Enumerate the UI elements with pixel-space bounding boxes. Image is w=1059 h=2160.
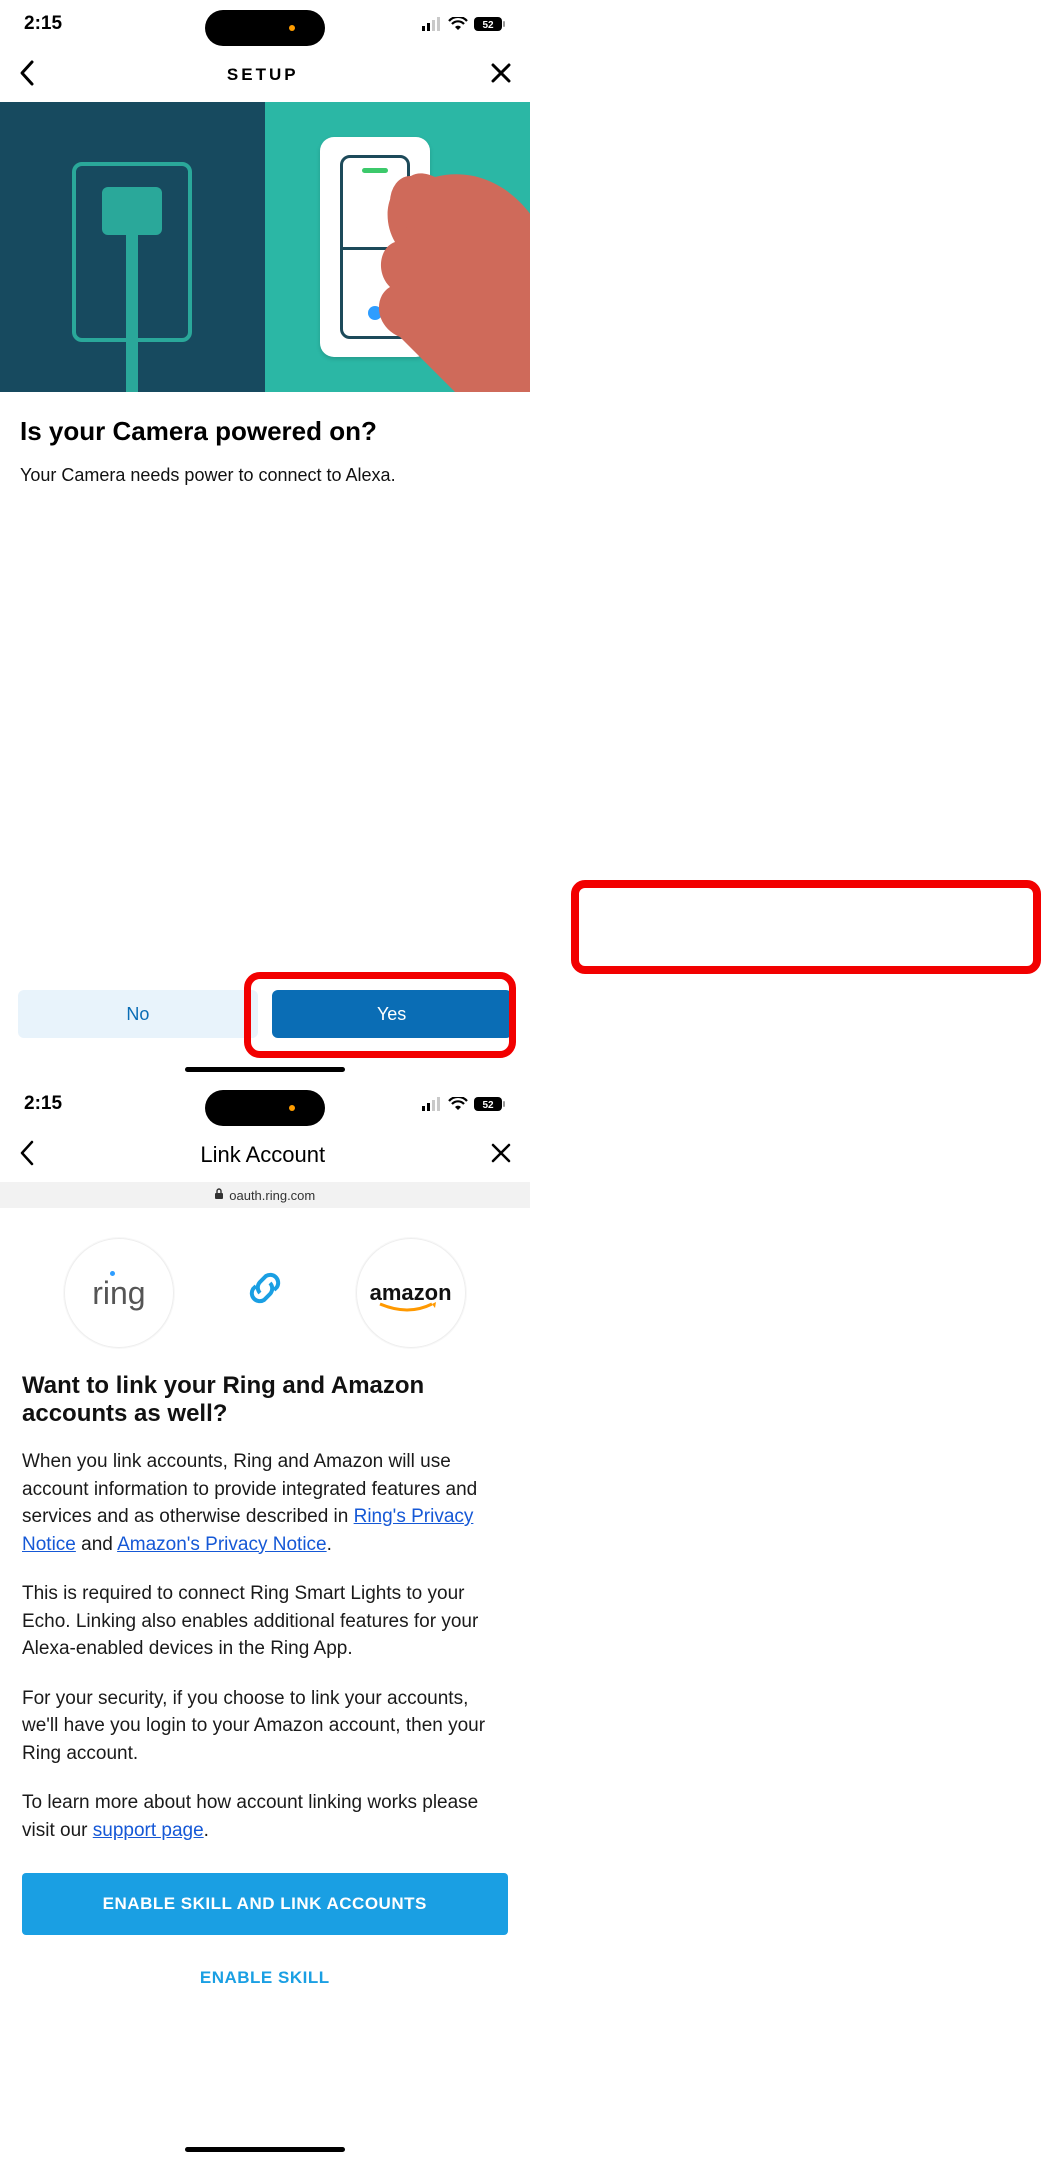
home-indicator[interactable] — [185, 1067, 345, 1072]
illustration-outlet — [0, 102, 265, 392]
illustration — [0, 102, 530, 392]
enable-skill-and-link-button[interactable]: ENABLE SKILL AND LINK ACCOUNTS — [22, 1873, 508, 1935]
url-text: oauth.ring.com — [229, 1188, 315, 1203]
logos-row: ring amazon — [0, 1208, 530, 1366]
url-bar: oauth.ring.com — [0, 1182, 530, 1208]
content-area: Want to link your Ring and Amazon accoun… — [0, 1366, 530, 1873]
screenshot-link-account: 2:15 52 Link Account oauth.ring.com — [0, 1080, 530, 2160]
status-icons: 52 — [422, 16, 506, 32]
status-bar: 2:15 52 — [0, 0, 530, 48]
link-heading: Want to link your Ring and Amazon accoun… — [22, 1372, 508, 1428]
paragraph-1: When you link accounts, Ring and Amazon … — [22, 1448, 508, 1558]
highlight-enable-link — [571, 880, 1041, 974]
nav-bar: SETUP — [0, 48, 530, 102]
lock-icon — [214, 1188, 224, 1203]
screenshot-setup: 2:15 52 SETUP — [0, 0, 530, 1080]
bottom-button-row: No Yes — [18, 990, 512, 1038]
battery-icon: 52 — [474, 1096, 506, 1112]
svg-text:52: 52 — [482, 1100, 494, 1111]
back-icon[interactable] — [18, 59, 36, 92]
dynamic-island — [205, 10, 325, 46]
paragraph-2: This is required to connect Ring Smart L… — [22, 1580, 508, 1663]
paragraph-3: For your security, if you choose to link… — [22, 1685, 508, 1768]
amazon-privacy-link[interactable]: Amazon's Privacy Notice — [117, 1534, 327, 1555]
close-icon[interactable] — [490, 61, 512, 89]
content-area: Is your Camera powered on? Your Camera n… — [0, 392, 530, 510]
status-time: 2:15 — [24, 1093, 62, 1115]
battery-level: 52 — [482, 20, 494, 31]
illustration-switch — [265, 102, 530, 392]
link-icon — [242, 1265, 288, 1321]
paragraph-4: To learn more about how account linking … — [22, 1789, 508, 1844]
wifi-icon — [448, 1097, 468, 1111]
back-icon[interactable] — [18, 1139, 36, 1172]
amazon-logo: amazon — [356, 1238, 466, 1348]
cellular-icon — [422, 1097, 442, 1111]
cellular-icon — [422, 17, 442, 31]
yes-button[interactable]: Yes — [272, 990, 512, 1038]
close-icon[interactable] — [490, 1141, 512, 1169]
support-page-link[interactable]: support page — [93, 1820, 204, 1841]
question-heading: Is your Camera powered on? — [20, 416, 510, 447]
status-icons: 52 — [422, 1096, 506, 1112]
dynamic-island — [205, 1090, 325, 1126]
status-bar: 2:15 52 — [0, 1080, 530, 1128]
question-subtext: Your Camera needs power to connect to Al… — [20, 465, 510, 486]
home-indicator[interactable] — [185, 2147, 345, 2152]
enable-skill-button[interactable]: ENABLE SKILL — [22, 1947, 508, 2009]
ring-logo: ring — [64, 1238, 174, 1348]
nav-bar: Link Account — [0, 1128, 530, 1182]
nav-title: SETUP — [227, 65, 299, 85]
wifi-icon — [448, 17, 468, 31]
battery-icon: 52 — [474, 16, 506, 32]
no-button[interactable]: No — [18, 990, 258, 1038]
finger-icon — [375, 172, 530, 392]
nav-title: Link Account — [200, 1142, 325, 1168]
status-time: 2:15 — [24, 13, 62, 35]
